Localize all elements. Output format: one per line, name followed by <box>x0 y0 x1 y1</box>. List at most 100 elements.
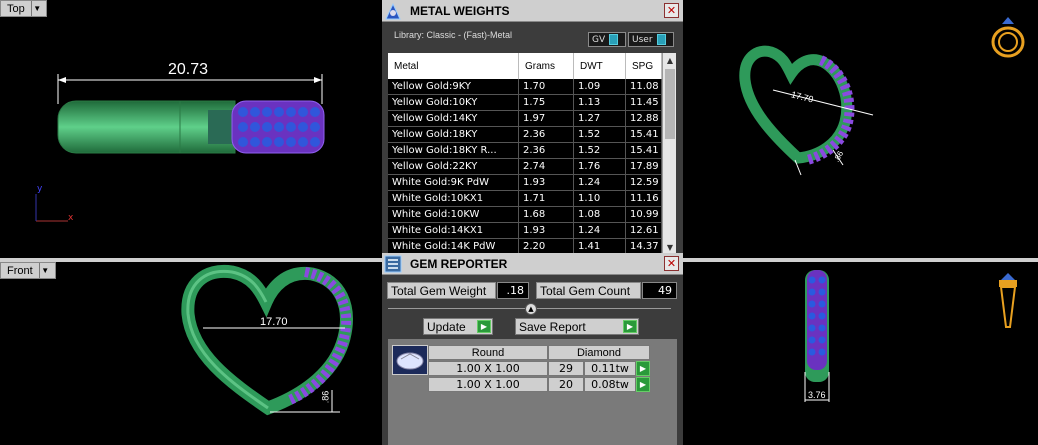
table-cell: 11.45 <box>626 95 662 110</box>
collapse-icon[interactable]: ▲ <box>525 303 537 315</box>
table-cell: 12.61 <box>626 223 662 238</box>
table-row[interactable]: Yellow Gold:18KY 2.36 1.52 15.41 <box>388 127 676 143</box>
viewport-label-top[interactable]: Top ▼ <box>0 0 47 17</box>
table-cell: 1.75 <box>519 95 574 110</box>
chevron-down-icon[interactable]: ▼ <box>30 1 43 16</box>
table-cell: 1.68 <box>519 207 574 222</box>
table-cell: Yellow Gold:18KY <box>388 127 519 142</box>
save-report-button[interactable]: Save Report ▶ <box>515 318 639 335</box>
gem-weight-cell: 0.08tw <box>584 377 636 392</box>
table-cell: Yellow Gold:9KY <box>388 79 519 94</box>
table-row[interactable]: White Gold:14K PdW 2.20 1.41 14.37 <box>388 239 676 254</box>
table-row[interactable]: Yellow Gold:18KY R... 2.36 1.52 15.41 <box>388 143 676 159</box>
right-view-scene <box>804 270 1017 402</box>
metal-weights-table[interactable]: Metal Grams DWT SPG Yellow Gold:9KY 1.70 1… <box>388 53 676 254</box>
total-gem-count-label: Total Gem Count <box>536 282 641 299</box>
column-header[interactable]: Grams <box>519 53 574 79</box>
table-cell: 2.36 <box>519 143 574 158</box>
gem-count-cell: 20 <box>548 377 584 392</box>
viewport-label-front[interactable]: Front ▼ <box>0 262 56 279</box>
table-cell: White Gold:14K PdW <box>388 239 519 254</box>
column-header[interactable]: DWT <box>574 53 626 79</box>
round-diamond-icon[interactable] <box>392 345 428 375</box>
toggle-label: GV <box>592 34 606 45</box>
button-label: Update <box>427 319 466 334</box>
table-row[interactable]: Yellow Gold:9KY 1.70 1.09 11.08 <box>388 79 676 95</box>
gv-toggle[interactable]: GV <box>588 32 626 47</box>
table-row[interactable]: White Gold:10KX1 1.71 1.10 11.16 <box>388 191 676 207</box>
table-cell: 1.70 <box>519 79 574 94</box>
table-cell: 2.36 <box>519 127 574 142</box>
table-cell: 1.41 <box>574 239 626 254</box>
table-cell: White Gold:10KW <box>388 207 519 222</box>
table-cell: 11.08 <box>626 79 662 94</box>
right-viewport[interactable]: 3.76 <box>683 262 1038 445</box>
gem-size-cell: 1.00 X 1.00 <box>428 361 548 376</box>
table-row[interactable]: Yellow Gold:14KY 1.97 1.27 12.88 <box>388 111 676 127</box>
panel-title: GEM REPORTER <box>410 256 508 271</box>
table-cell: 1.24 <box>574 223 626 238</box>
table-row[interactable]: White Gold:10KW 1.68 1.08 10.99 <box>388 207 676 223</box>
column-header[interactable]: SPG <box>626 53 662 79</box>
dimension-label: 3.76 <box>808 390 826 400</box>
axis-x-label: x <box>68 213 74 223</box>
table-cell: White Gold:14KX1 <box>388 223 519 238</box>
toggle-label: User <box>632 34 653 45</box>
play-arrow-icon[interactable]: ▶ <box>636 361 650 376</box>
panel-title: METAL WEIGHTS <box>410 3 510 18</box>
table-cell: 1.76 <box>574 159 626 174</box>
front-viewport[interactable]: Front ▼ 17.70 .86 <box>0 262 382 445</box>
scroll-thumb[interactable] <box>665 69 675 139</box>
table-cell: 1.24 <box>574 175 626 190</box>
play-arrow-icon[interactable]: ▶ <box>636 377 650 392</box>
table-row[interactable]: Yellow Gold:10KY 1.75 1.13 11.45 <box>388 95 676 111</box>
table-cell: 17.89 <box>626 159 662 174</box>
table-cell: Yellow Gold:18KY R... <box>388 143 519 158</box>
dimension-label: 20.73 <box>168 61 209 78</box>
table-cell: 2.20 <box>519 239 574 254</box>
total-gem-weight-value: .18 <box>497 282 529 299</box>
table-cell: 1.27 <box>574 111 626 126</box>
button-label: Save Report <box>519 319 586 334</box>
close-icon[interactable]: ✕ <box>664 3 679 18</box>
play-arrow-icon: ▶ <box>477 320 491 333</box>
table-cell: 1.13 <box>574 95 626 110</box>
table-cell: 1.52 <box>574 143 626 158</box>
gem-size-cell: 1.00 X 1.00 <box>428 377 548 392</box>
front-view-scene <box>181 264 353 416</box>
scroll-down-icon[interactable]: ▼ <box>663 240 676 254</box>
column-header[interactable]: Metal <box>388 53 519 79</box>
table-scrollbar[interactable]: ▲ ▼ <box>662 53 676 254</box>
total-gem-count-value: 49 <box>642 282 677 299</box>
table-cell: 12.88 <box>626 111 662 126</box>
table-body: Yellow Gold:9KY 1.70 1.09 11.08 Yellow Gold:… <box>388 79 676 254</box>
table-cell: Yellow Gold:22KY <box>388 159 519 174</box>
table-row[interactable]: White Gold:14KX1 1.93 1.24 12.61 <box>388 223 676 239</box>
table-header: Metal Grams DWT SPG <box>388 53 676 79</box>
table-row[interactable]: Yellow Gold:22KY 2.74 1.76 17.89 <box>388 159 676 175</box>
table-cell: 14.37 <box>626 239 662 254</box>
top-viewport[interactable]: Top ▼ 20.73 y x <box>0 0 382 258</box>
tools-panel: METAL WEIGHTS ✕ Library: Classic - (Fast… <box>382 0 683 445</box>
gem-count-cell: 29 <box>548 361 584 376</box>
gem-reporter-titlebar[interactable]: GEM REPORTER ✕ <box>382 253 683 275</box>
user-toggle[interactable]: User <box>628 32 674 47</box>
table-cell: White Gold:10KX1 <box>388 191 519 206</box>
close-icon[interactable]: ✕ <box>664 256 679 271</box>
update-button[interactable]: Update ▶ <box>423 318 493 335</box>
toggle-switch[interactable] <box>656 34 666 45</box>
small-dimension-label: .86 <box>320 390 331 404</box>
metal-weights-titlebar[interactable]: METAL WEIGHTS ✕ <box>382 0 683 22</box>
chevron-down-icon[interactable]: ▼ <box>38 263 51 278</box>
table-cell: 1.10 <box>574 191 626 206</box>
table-row[interactable]: White Gold:9K PdW 1.93 1.24 12.59 <box>388 175 676 191</box>
table-cell: Yellow Gold:10KY <box>388 95 519 110</box>
gem-weight-cell: 0.11tw <box>584 361 636 376</box>
toggle-switch[interactable] <box>609 34 619 45</box>
scroll-up-icon[interactable]: ▲ <box>663 53 676 67</box>
table-cell: 15.41 <box>626 127 662 142</box>
perspective-scene <box>739 17 1025 176</box>
total-gem-weight-label: Total Gem Weight <box>387 282 496 299</box>
perspective-viewport[interactable]: 17.70 .86 <box>683 0 1038 258</box>
gem-shape-header: Round <box>428 345 548 360</box>
